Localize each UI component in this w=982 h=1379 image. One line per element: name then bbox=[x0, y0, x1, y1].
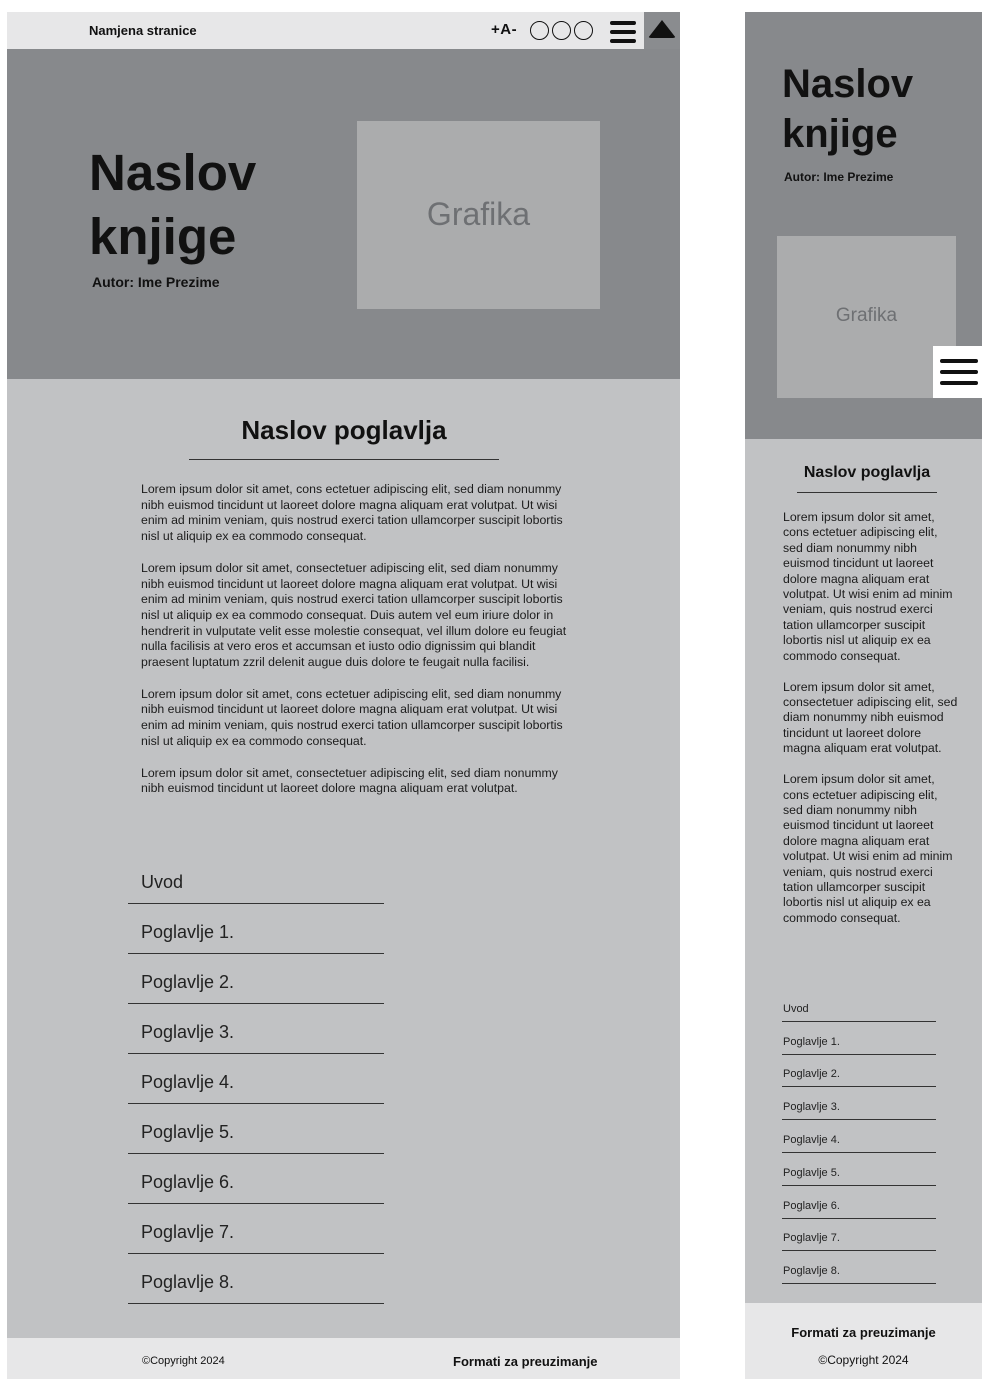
back-to-top-button[interactable] bbox=[644, 12, 680, 49]
toc-item-intro[interactable]: Uvod bbox=[782, 989, 936, 1022]
toc-item-chapter-6[interactable]: Poglavlje 6. bbox=[128, 1154, 384, 1204]
theme-option-2-icon[interactable] bbox=[552, 21, 571, 40]
chapter-body: Lorem ipsum dolor sit amet, cons ectetue… bbox=[141, 482, 571, 813]
paragraph: Lorem ipsum dolor sit amet, consectetuer… bbox=[141, 560, 567, 670]
toc-item-chapter-7[interactable]: Poglavlje 7. bbox=[128, 1204, 384, 1254]
top-bar: Namjena stranice +A- bbox=[7, 12, 680, 49]
toc-item-chapter-1[interactable]: Poglavlje 1. bbox=[782, 1022, 936, 1055]
toc-item-chapter-3[interactable]: Poglavlje 3. bbox=[128, 1004, 384, 1054]
toc-item-chapter-5[interactable]: Poglavlje 5. bbox=[128, 1104, 384, 1154]
book-title: Naslov knjige bbox=[782, 62, 914, 156]
triangle-up-icon bbox=[648, 20, 676, 38]
toc-item-chapter-8[interactable]: Poglavlje 8. bbox=[782, 1251, 936, 1285]
toc-item-chapter-8[interactable]: Poglavlje 8. bbox=[128, 1254, 384, 1304]
hero-section: Naslov knjige Autor: Ime Prezime Grafika bbox=[745, 12, 982, 439]
theme-option-3-icon[interactable] bbox=[574, 21, 593, 40]
paragraph: Lorem ipsum dolor sit amet, consectetuer… bbox=[141, 765, 558, 796]
hero-section: Naslov knjige Autor: Ime Prezime Grafika bbox=[7, 49, 680, 379]
toc-item-chapter-1[interactable]: Poglavlje 1. bbox=[128, 904, 384, 954]
graphic-label: Grafika bbox=[426, 196, 531, 232]
book-author: Autor: Ime Prezime bbox=[92, 274, 220, 290]
toc-item-chapter-4[interactable]: Poglavlje 4. bbox=[128, 1054, 384, 1104]
font-size-control[interactable]: +A- bbox=[491, 21, 517, 38]
book-author: Autor: Ime Prezime bbox=[784, 170, 894, 184]
table-of-contents: Uvod Poglavlje 1. Poglavlje 2. Poglavlje… bbox=[782, 989, 936, 1285]
paragraph: Lorem ipsum dolor sit amet, consectetuer… bbox=[783, 679, 958, 756]
toc-item-chapter-6[interactable]: Poglavlje 6. bbox=[782, 1186, 936, 1219]
chapter-title: Naslov poglavlja bbox=[803, 464, 931, 481]
paragraph: Lorem ipsum dolor sit amet, cons ectetue… bbox=[783, 510, 953, 663]
footer: ©Copyright 2024 Formati za preuzimanje bbox=[7, 1338, 680, 1379]
hamburger-menu-icon[interactable] bbox=[610, 21, 636, 43]
chapter-title-divider bbox=[797, 492, 937, 493]
download-formats-link[interactable]: Formati za preuzimanje bbox=[453, 1354, 597, 1369]
toc-item-intro[interactable]: Uvod bbox=[128, 854, 384, 904]
hamburger-menu-icon[interactable] bbox=[933, 346, 982, 398]
book-graphic: Grafika bbox=[777, 236, 956, 398]
copyright: ©Copyright 2024 bbox=[142, 1355, 225, 1367]
toc-item-chapter-2[interactable]: Poglavlje 2. bbox=[782, 1055, 936, 1088]
toc-item-chapter-2[interactable]: Poglavlje 2. bbox=[128, 954, 384, 1004]
toc-item-chapter-3[interactable]: Poglavlje 3. bbox=[782, 1087, 936, 1121]
book-graphic: Grafika bbox=[357, 121, 600, 309]
paragraph: Lorem ipsum dolor sit amet, cons ectetue… bbox=[141, 482, 563, 544]
paragraph: Lorem ipsum dolor sit amet, cons ectetue… bbox=[783, 772, 953, 925]
mobile-layout: Naslov knjige Autor: Ime Prezime Grafika… bbox=[745, 12, 982, 1379]
chapter-body: Lorem ipsum dolor sit amet, cons ectetue… bbox=[783, 510, 958, 942]
graphic-label: Grafika bbox=[835, 305, 898, 326]
download-formats-link[interactable]: Formati za preuzimanje bbox=[745, 1325, 982, 1340]
theme-option-1-icon[interactable] bbox=[530, 21, 549, 40]
toc-item-chapter-7[interactable]: Poglavlje 7. bbox=[782, 1219, 936, 1252]
footer: Formati za preuzimanje ©Copyright 2024 bbox=[745, 1303, 982, 1379]
book-title: Naslov knjige bbox=[89, 144, 257, 265]
chapter-title: Naslov poglavlja bbox=[241, 415, 447, 445]
toc-item-chapter-4[interactable]: Poglavlje 4. bbox=[782, 1120, 936, 1153]
site-purpose-link[interactable]: Namjena stranice bbox=[89, 23, 197, 38]
toc-item-chapter-5[interactable]: Poglavlje 5. bbox=[782, 1153, 936, 1186]
chapter-title-divider bbox=[189, 459, 499, 460]
paragraph: Lorem ipsum dolor sit amet, cons ectetue… bbox=[141, 686, 563, 748]
desktop-layout: Namjena stranice +A- Naslov knjige Autor… bbox=[7, 12, 680, 1379]
copyright: ©Copyright 2024 bbox=[818, 1353, 909, 1367]
table-of-contents: Uvod Poglavlje 1. Poglavlje 2. Poglavlje… bbox=[128, 854, 384, 1304]
